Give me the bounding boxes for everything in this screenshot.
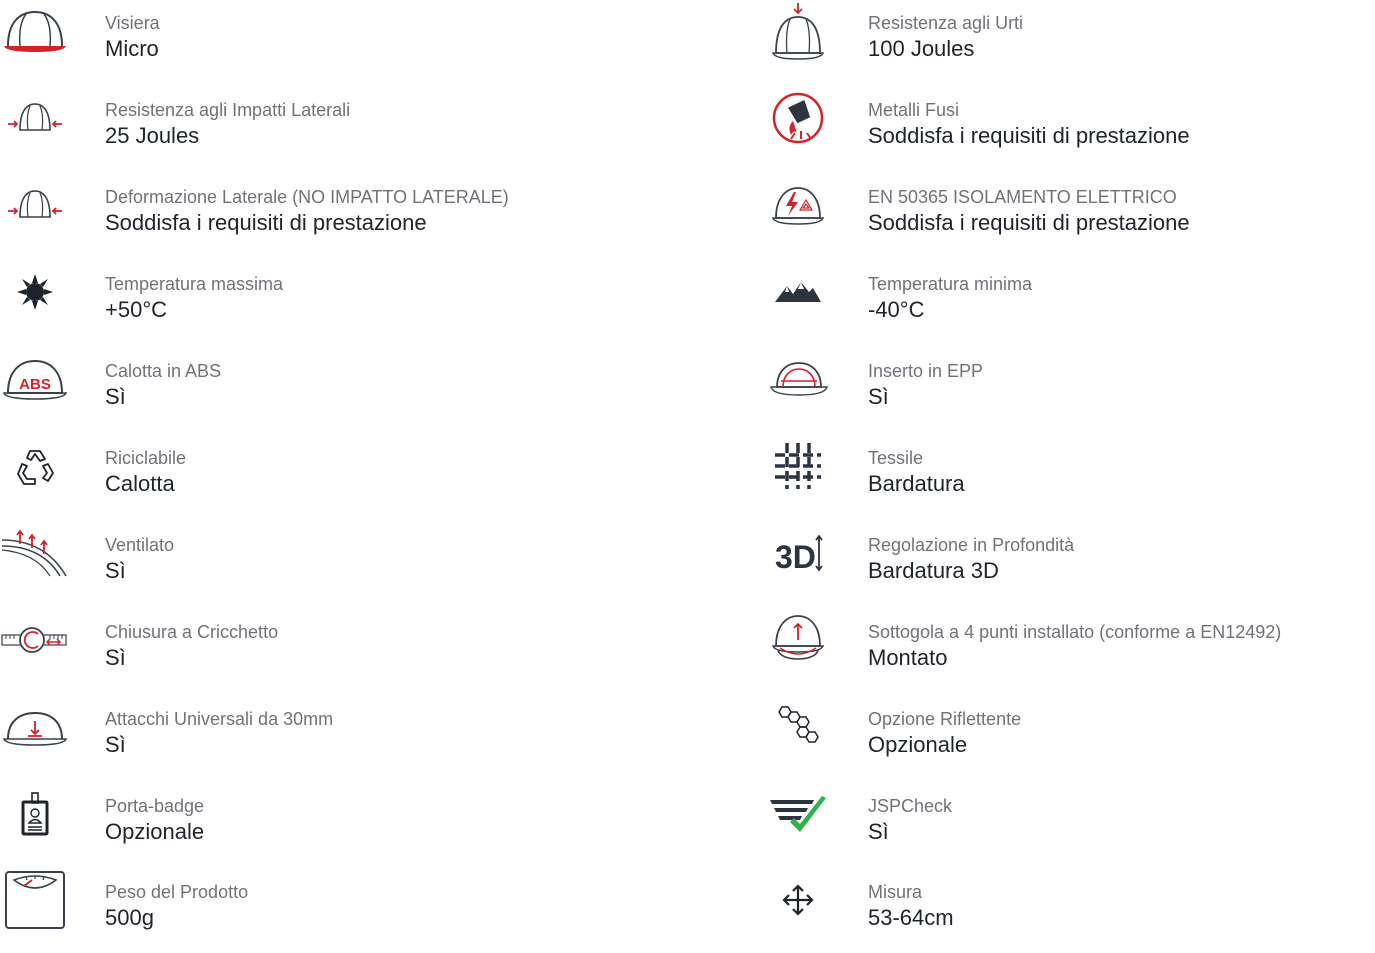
chin-strap-icon: [763, 613, 833, 667]
helmet-visor-icon: [0, 4, 70, 58]
spec-epp-insert: Inserto in EPP Sì: [763, 352, 1375, 432]
spec-value: Soddisfa i requisiti di prestazione: [868, 123, 1190, 148]
mountains-icon: [763, 265, 833, 319]
abs-shell-icon: ABS: [0, 352, 70, 406]
spec-label: Metalli Fusi: [868, 100, 960, 120]
reflective-hexagons-icon: [763, 700, 833, 754]
spec-chin-strap: Sottogola a 4 punti installato (conforme…: [763, 613, 1375, 693]
spec-label: Deformazione Laterale (NO IMPATTO LATERA…: [105, 187, 509, 207]
spec-value: 500g: [105, 905, 154, 930]
spec-label: Calotta in ABS: [105, 361, 222, 381]
spec-value: Opzionale: [105, 819, 205, 844]
spec-value: Sì: [105, 732, 126, 757]
spec-visor: Visiera Micro: [0, 4, 700, 84]
spec-label: Peso del Prodotto: [105, 882, 249, 902]
lateral-impact-icon: [0, 91, 70, 145]
spec-max-temperature: Temperatura massima +50°C: [0, 265, 700, 345]
spec-label: Opzione Riflettente: [868, 709, 1022, 729]
spec-reflective: Opzione Riflettente Opzionale: [763, 700, 1375, 780]
spec-label: Porta-badge: [105, 796, 205, 816]
spec-label: Visiera: [105, 13, 160, 33]
jspcheck-icon: [763, 787, 833, 841]
spec-value: Sì: [105, 645, 126, 670]
spec-label: Chiusura a Cricchetto: [105, 622, 279, 642]
spec-value: Bardatura 3D: [868, 558, 999, 583]
spec-value: Opzionale: [868, 732, 968, 757]
spec-value: Sì: [868, 819, 889, 844]
spec-textile: Tessile Bardatura: [763, 439, 1375, 519]
spec-value: 25 Joules: [105, 123, 200, 148]
spec-value: Soddisfa i requisiti di prestazione: [105, 210, 427, 235]
spec-min-temperature: Temperatura minima -40°C: [763, 265, 1375, 345]
badge-holder-icon: [0, 787, 70, 841]
spec-label: Resistenza agli Urti: [868, 13, 1024, 33]
size-arrows-icon: [763, 873, 833, 927]
spec-value: +50°C: [105, 297, 168, 322]
spec-lateral-impact: Resistenza agli Impatti Laterali 25 Joul…: [0, 91, 700, 171]
ratchet-icon: [0, 613, 70, 667]
spec-label: Riciclabile: [105, 448, 187, 468]
spec-lateral-deformation: Deformazione Laterale (NO IMPATTO LATERA…: [0, 178, 700, 258]
spec-value: Sì: [105, 384, 126, 409]
spec-ventilated: Ventilato Sì: [0, 526, 700, 606]
spec-label: Inserto in EPP: [868, 361, 984, 381]
spec-label: Temperatura massima: [105, 274, 284, 294]
molten-metal-icon: [763, 91, 833, 145]
epp-insert-icon: [763, 352, 833, 406]
ventilation-icon: [0, 526, 70, 580]
spec-value: Calotta: [105, 471, 175, 496]
abs-icon-text: ABS: [19, 376, 51, 393]
spec-label: JSPCheck: [868, 796, 953, 816]
spec-value: Micro: [105, 36, 159, 61]
spec-jspcheck: JSPCheck Sì: [763, 787, 1375, 867]
spec-value: 100 Joules: [868, 36, 975, 61]
spec-value: Soddisfa i requisiti di prestazione: [868, 210, 1190, 235]
spec-label: Resistenza agli Impatti Laterali: [105, 100, 351, 120]
spec-label: Tessile: [868, 448, 924, 468]
spec-universal-slots: Attacchi Universali da 30mm Sì: [0, 700, 700, 780]
spec-value: 53-64cm: [868, 905, 954, 930]
electrical-insulation-icon: [763, 178, 833, 232]
spec-label: Regolazione in Profondità: [868, 535, 1075, 555]
spec-top-impact: Resistenza agli Urti 100 Joules: [763, 3, 1375, 84]
spec-label: Temperatura minima: [868, 274, 1033, 294]
top-impact-icon: [763, 3, 833, 60]
depth-icon-text: 3D: [775, 539, 816, 575]
spec-recyclable: Riciclabile Calotta: [0, 439, 700, 519]
spec-label: Sottogola a 4 punti installato (conforme…: [868, 622, 1282, 642]
spec-ratchet: Chiusura a Cricchetto Sì: [0, 613, 700, 693]
weight-scale-icon: [0, 871, 70, 929]
universal-slots-icon: [0, 700, 70, 754]
spec-label: EN 50365 ISOLAMENTO ELETTRICO: [868, 187, 1177, 207]
spec-product-weight: Peso del Prodotto 500g: [0, 871, 700, 953]
recycle-icon: [0, 439, 70, 493]
textile-icon: [763, 439, 833, 493]
spec-value: -40°C: [868, 297, 925, 322]
spec-value: Bardatura: [868, 471, 965, 496]
spec-depth-adjust: 3D Regolazione in Profondità Bardatura 3…: [763, 526, 1375, 606]
lateral-deformation-icon: [0, 178, 70, 232]
spec-badge-holder: Porta-badge Opzionale: [0, 787, 700, 867]
spec-abs-shell: ABS Calotta in ABS Sì: [0, 352, 700, 432]
depth-adjust-3d-icon: 3D: [763, 526, 833, 580]
spec-electrical-insulation: EN 50365 ISOLAMENTO ELETTRICO Soddisfa i…: [763, 178, 1375, 258]
spec-label: Ventilato: [105, 535, 175, 555]
spec-value: Sì: [105, 558, 126, 583]
spec-size: Misura 53-64cm: [763, 873, 1375, 953]
spec-molten-metal: Metalli Fusi Soddisfa i requisiti di pre…: [763, 91, 1375, 171]
spec-label: Misura: [868, 882, 923, 902]
spec-value: Sì: [868, 384, 889, 409]
spec-value: Montato: [868, 645, 948, 670]
sun-icon: [0, 265, 70, 319]
spec-label: Attacchi Universali da 30mm: [105, 709, 334, 729]
